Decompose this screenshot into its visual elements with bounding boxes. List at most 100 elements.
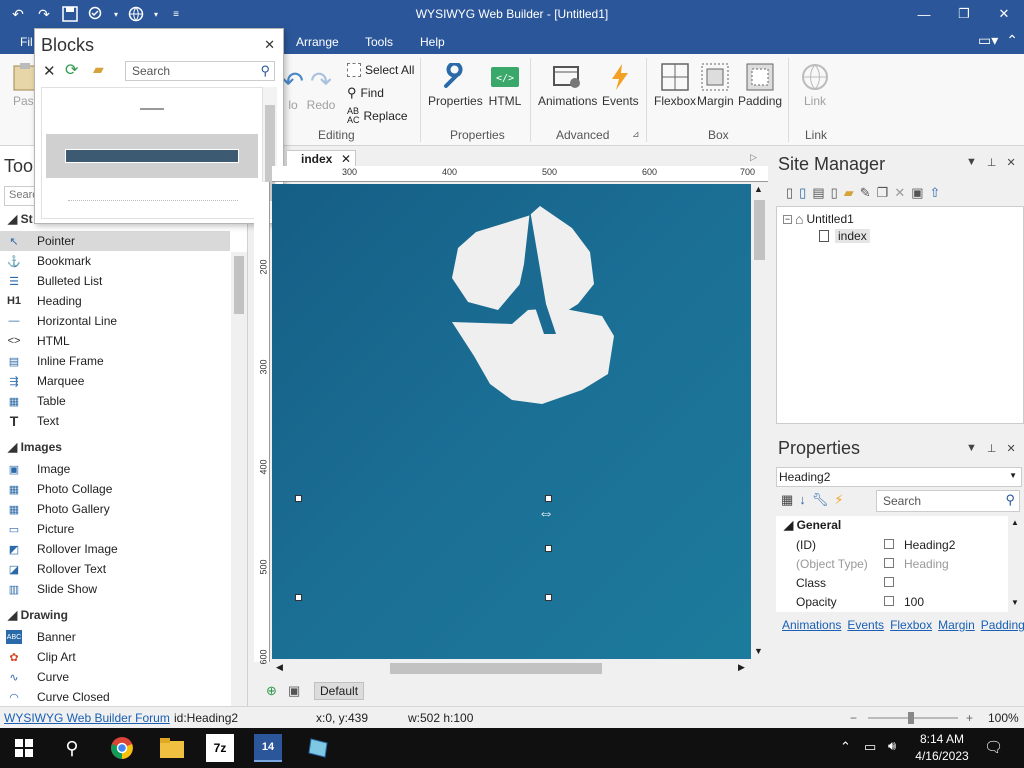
scroll-up-icon[interactable]: ▲ bbox=[1011, 518, 1019, 527]
page-properties-icon[interactable]: ▣ bbox=[911, 185, 923, 201]
restore-icon[interactable]: ❐ bbox=[944, 0, 984, 28]
toolbox-item-heading[interactable]: H1 Heading bbox=[0, 291, 230, 311]
close-icon[interactable]: ✕ bbox=[984, 0, 1024, 28]
clock-date[interactable]: 4/16/2023 bbox=[910, 749, 974, 763]
pin-icon[interactable]: ⊥ bbox=[987, 156, 997, 169]
toolbox-item-text[interactable]: T Text bbox=[0, 411, 230, 431]
minimize-ribbon-icon[interactable]: ⌃ bbox=[1006, 32, 1018, 49]
toolbox-item-rollover-image[interactable]: ◩ Rollover Image bbox=[0, 539, 230, 559]
zoom-slider[interactable] bbox=[868, 712, 958, 724]
collapse-icon[interactable]: − bbox=[783, 214, 792, 224]
toolbox-item-slide-show[interactable]: ▥ Slide Show bbox=[0, 579, 230, 599]
toolbox-item-html[interactable]: <> HTML bbox=[0, 331, 230, 351]
add-layout-icon[interactable]: ⊕ bbox=[266, 683, 277, 699]
link-events[interactable]: Events bbox=[847, 618, 884, 632]
properties-search-input[interactable]: Search ⚲ bbox=[876, 490, 1020, 512]
property-row-object-type[interactable]: (Object Type) Heading bbox=[776, 554, 1008, 573]
zoom-out-icon[interactable]: − bbox=[850, 711, 857, 725]
link-animations[interactable]: Animations bbox=[782, 618, 841, 632]
events-button[interactable]: Events bbox=[602, 60, 639, 108]
canvas-vertical-scrollbar[interactable]: ▲ ▼ bbox=[751, 184, 768, 660]
toolbox-item-photo-gallery[interactable]: ▦ Photo Gallery bbox=[0, 499, 230, 519]
notifications-icon[interactable]: 🗨︎ bbox=[984, 738, 1003, 756]
file-explorer-icon[interactable] bbox=[158, 734, 186, 762]
link-margin[interactable]: Margin bbox=[938, 618, 975, 632]
new-page-icon[interactable]: ▯ bbox=[786, 185, 793, 201]
close-icon[interactable]: ✕ bbox=[1006, 156, 1015, 169]
layout-icon[interactable]: ▭▾ bbox=[978, 32, 998, 49]
chevron-up-icon[interactable]: ⌃ bbox=[840, 739, 851, 755]
property-row-id[interactable]: (ID) Heading2 bbox=[776, 535, 1008, 554]
chevron-down-icon[interactable]: ▼ bbox=[966, 442, 977, 455]
wysiwyg-web-builder-icon[interactable]: 14 bbox=[254, 734, 282, 762]
html-button[interactable]: </> HTML bbox=[488, 60, 522, 108]
search-icon[interactable]: ⚲ bbox=[1005, 492, 1015, 508]
chrome-icon[interactable] bbox=[108, 734, 136, 762]
property-row-class[interactable]: Class bbox=[776, 573, 1008, 592]
canvas-horizontal-scrollbar[interactable]: ◀ ▶ bbox=[272, 660, 751, 677]
close-icon[interactable]: ✕ bbox=[341, 152, 351, 166]
duplicate-icon[interactable]: ❐ bbox=[877, 185, 889, 201]
blocks-search-input[interactable]: Search ⚲ bbox=[125, 61, 275, 81]
page-copy-icon[interactable]: ▯ bbox=[831, 185, 838, 201]
toolbox-item-rollover-text[interactable]: ◪ Rollover Text bbox=[0, 559, 230, 579]
menu-help[interactable]: Help bbox=[420, 35, 445, 49]
toolbox-item-pointer[interactable]: ↖ Pointer bbox=[0, 231, 230, 251]
replace-button[interactable]: AB AC Replace bbox=[347, 107, 408, 125]
close-icon[interactable]: ✕ bbox=[264, 37, 275, 53]
search-icon[interactable]: ⚲ bbox=[260, 63, 270, 79]
link-flexbox[interactable]: Flexbox bbox=[890, 618, 932, 632]
toolbox-category-drawing[interactable]: ◢ Drawing bbox=[8, 608, 68, 622]
resize-handle[interactable] bbox=[295, 495, 302, 502]
toolbox-item-horizontal-line[interactable]: — Horizontal Line bbox=[0, 311, 230, 331]
scroll-thumb[interactable] bbox=[234, 256, 244, 314]
find-button[interactable]: ⚲ Find bbox=[347, 85, 384, 101]
toolbox-category-standard[interactable]: ◢ St bbox=[8, 212, 33, 226]
select-all-button[interactable]: Select All bbox=[347, 63, 414, 77]
resize-handle[interactable] bbox=[295, 594, 302, 601]
chevron-down-icon[interactable]: ▼ bbox=[1009, 471, 1017, 480]
properties-button[interactable]: Properties bbox=[428, 60, 483, 108]
tree-root[interactable]: − ⌂ Untitled1 bbox=[783, 211, 854, 227]
clock-time[interactable]: 8:14 AM bbox=[914, 732, 970, 746]
menu-tools[interactable]: Tools bbox=[365, 35, 393, 49]
resize-handle[interactable] bbox=[545, 594, 552, 601]
property-scrollbar[interactable]: ▲ ▼ bbox=[1008, 516, 1022, 612]
categorized-icon[interactable]: ▦ bbox=[781, 492, 793, 508]
block-thumbnail[interactable] bbox=[48, 92, 256, 126]
animations-button[interactable]: Animations bbox=[538, 60, 597, 108]
menu-file[interactable]: Fil bbox=[20, 35, 33, 49]
lightning-icon[interactable]: ⚡︎ bbox=[834, 492, 843, 508]
7zip-icon[interactable]: 7z bbox=[206, 734, 234, 762]
toolbox-item-clip-art[interactable]: ✿ Clip Art bbox=[0, 647, 230, 667]
scroll-up-icon[interactable]: ▲ bbox=[754, 184, 763, 194]
windows-start-icon[interactable] bbox=[10, 734, 38, 762]
toolbox-item-curve-closed[interactable]: ◠ Curve Closed bbox=[0, 687, 230, 707]
new-page-blue-icon[interactable]: ▯ bbox=[799, 185, 806, 201]
toolbox-item-image[interactable]: ▣ Image bbox=[0, 459, 230, 479]
toolbox-item-photo-collage[interactable]: ▦ Photo Collage bbox=[0, 479, 230, 499]
forum-link[interactable]: WYSIWYG Web Builder Forum bbox=[4, 711, 170, 725]
toolbox-item-inline-frame[interactable]: ▤ Inline Frame bbox=[0, 351, 230, 371]
toolbox-item-banner[interactable]: ABC Banner bbox=[0, 627, 230, 647]
refresh-icon[interactable]: ⟳ bbox=[65, 60, 78, 80]
move-up-icon[interactable]: ⇧ bbox=[930, 185, 941, 201]
sort-az-icon[interactable]: ↓ bbox=[799, 492, 806, 508]
toolbox-item-bulleted-list[interactable]: ☰ Bulleted List bbox=[0, 271, 230, 291]
resize-handle[interactable] bbox=[545, 495, 552, 502]
resize-handle[interactable] bbox=[545, 545, 552, 552]
padding-button[interactable]: Padding bbox=[738, 60, 782, 108]
scroll-left-icon[interactable]: ◀ bbox=[276, 662, 283, 673]
toolbox-item-curve[interactable]: ∿ Curve bbox=[0, 667, 230, 687]
notepad-icon[interactable] bbox=[304, 734, 332, 762]
folder-icon[interactable]: ▰ bbox=[93, 61, 104, 78]
scroll-thumb[interactable] bbox=[390, 663, 602, 674]
toolbox-scrollbar[interactable] bbox=[231, 252, 247, 706]
scroll-down-icon[interactable]: ▼ bbox=[1011, 598, 1019, 607]
tree-page-index[interactable]: index bbox=[819, 229, 870, 243]
scroll-right-icon[interactable]: ▶ bbox=[738, 662, 745, 673]
link-button[interactable]: Link bbox=[798, 60, 832, 108]
network-icon[interactable]: ▭ bbox=[864, 739, 876, 755]
scroll-down-icon[interactable]: ▼ bbox=[754, 646, 763, 656]
page-list-icon[interactable]: ▤ bbox=[812, 185, 824, 201]
